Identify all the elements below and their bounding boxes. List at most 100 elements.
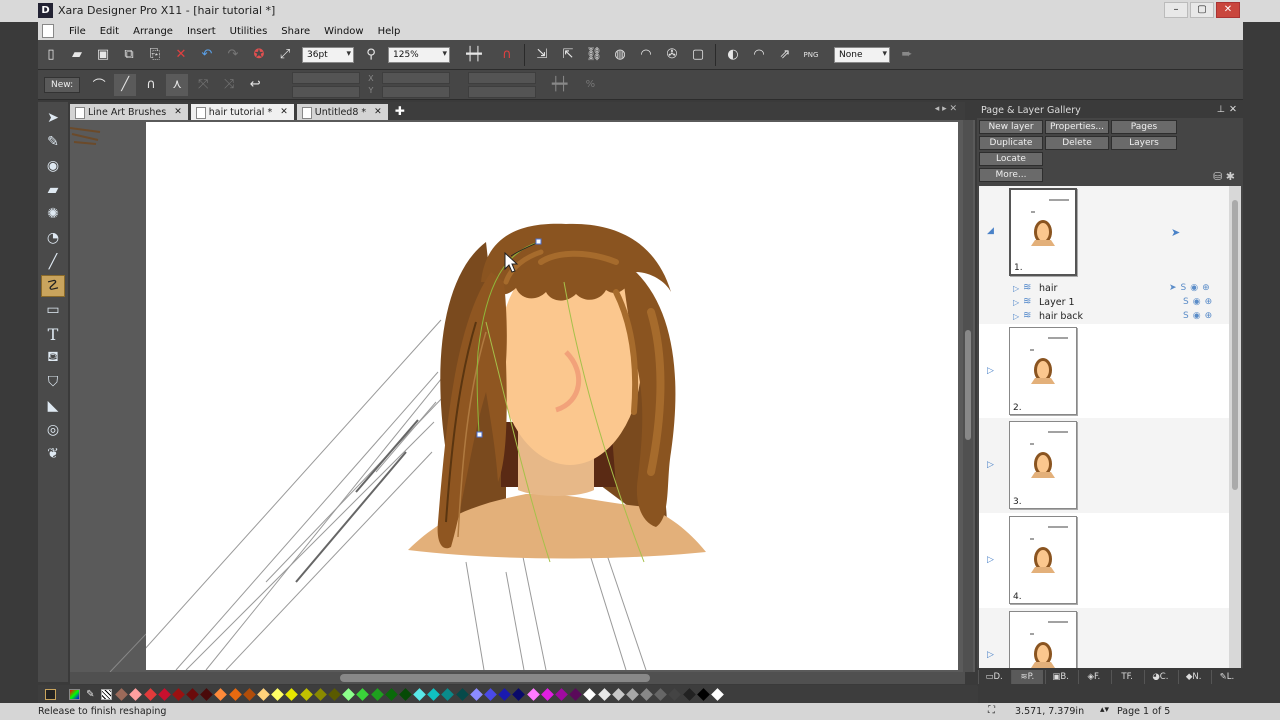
page-list[interactable]: ◢ 1. ➤ ▷ ≋ hair ➤ S ◉ ⊕ ▷ ≋ Layer 1 S ◉ ⊕ ▷ (979, 186, 1229, 668)
canvas-area[interactable] (70, 120, 975, 672)
color-swatch[interactable] (583, 687, 597, 701)
no-color-swatch[interactable] (100, 688, 112, 700)
color-swatch[interactable] (356, 687, 370, 701)
import-icon[interactable]: ⇲ (531, 44, 553, 66)
page-row[interactable]: ▷ 2. (979, 324, 1229, 418)
visibility-eye-icon[interactable]: ◉ (1193, 297, 1201, 307)
layer-row-layer1[interactable]: ▷ ≋ Layer 1 S ◉ ⊕ (979, 295, 1229, 309)
layer-row-hair[interactable]: ▷ ≋ hair ➤ S ◉ ⊕ (979, 281, 1229, 295)
lock-icon[interactable]: ⊕ (1205, 297, 1213, 307)
shape-editor-tool-icon[interactable]: ☡ (41, 275, 65, 297)
wrench-icon[interactable]: ✇ (661, 44, 683, 66)
color-swatch[interactable] (512, 687, 526, 701)
web-publish-icon[interactable]: ◠ (635, 44, 657, 66)
expand-page-icon[interactable]: ▷ (987, 555, 994, 565)
color-swatch[interactable] (271, 687, 285, 701)
menu-window[interactable]: Window (317, 26, 370, 37)
expand-layer-icon[interactable]: ▷ (1013, 298, 1019, 307)
color-swatch[interactable] (370, 687, 384, 701)
vertical-scrollbar[interactable] (963, 120, 973, 672)
color-swatch[interactable] (399, 687, 412, 701)
color-swatch[interactable] (484, 687, 497, 701)
color-swatch[interactable] (569, 687, 583, 701)
png-export-button[interactable]: PNG (800, 44, 822, 66)
minimize-button[interactable]: – (1164, 2, 1188, 18)
hair-illustration[interactable] (146, 122, 958, 670)
wifi-icon[interactable]: ◠ (748, 44, 770, 66)
drawing-page[interactable] (146, 122, 958, 670)
rectangle-tool-icon[interactable]: ▭ (41, 299, 65, 321)
color-swatch[interactable] (342, 687, 356, 701)
color-swatch[interactable] (413, 687, 426, 701)
color-swatch[interactable] (526, 687, 540, 701)
eraser-tool-icon[interactable]: ▰ (41, 179, 65, 201)
tab-font-gallery[interactable]: T F. (1111, 670, 1142, 684)
close-tab-icon[interactable]: ✕ (374, 107, 382, 117)
ruler-icon[interactable]: ┿┿ (456, 44, 492, 66)
contour-tool-icon[interactable]: ✎ (41, 131, 65, 153)
shadow-tool-icon[interactable]: ◣ (41, 395, 65, 417)
tab-bitmap-gallery[interactable]: ▣ B. (1044, 670, 1076, 684)
globe-icon[interactable]: ◍ (609, 44, 631, 66)
break-node-icon[interactable]: ⤧ (192, 74, 214, 96)
extra-field-2[interactable] (467, 85, 536, 98)
menu-help[interactable]: Help (371, 26, 408, 37)
color-swatch[interactable] (384, 687, 398, 701)
color-swatch[interactable] (540, 687, 554, 701)
color-swatch[interactable] (299, 687, 313, 701)
selector-tool-icon[interactable]: ➤ (41, 107, 65, 129)
zoom-dropdown[interactable]: 125% (388, 46, 450, 63)
page-thumbnail[interactable] (1009, 611, 1077, 668)
layers-button[interactable]: Layers (1111, 136, 1177, 150)
current-color-swatch[interactable] (44, 688, 56, 700)
close-tab-icon[interactable]: ✕ (174, 107, 182, 117)
menu-edit[interactable]: Edit (93, 26, 126, 37)
page-thumbnail[interactable]: 1. (1009, 188, 1077, 276)
color-swatch[interactable] (611, 687, 625, 701)
color-swatch[interactable] (427, 687, 441, 701)
y-field[interactable] (381, 85, 450, 98)
duplicate-button[interactable]: Duplicate (979, 136, 1043, 150)
collapse-icon[interactable]: ◢ (987, 226, 994, 236)
height-field[interactable] (292, 85, 361, 98)
pages-button[interactable]: Pages (1111, 120, 1177, 134)
curve-icon[interactable]: ⌒ (88, 74, 110, 96)
tab-untitled8[interactable]: Untitled8 * ✕ (296, 104, 388, 120)
bevel-tool-icon[interactable]: ◎ (41, 419, 65, 441)
color-swatch[interactable] (328, 687, 341, 701)
close-window-button[interactable]: ✕ (1216, 2, 1240, 18)
blend-tool-icon[interactable]: ❦ (41, 443, 65, 465)
gallery-scroll-thumb[interactable] (1232, 200, 1238, 490)
open-folder-icon[interactable]: ▰ (66, 44, 88, 66)
frame-icon[interactable]: ▢ (687, 44, 709, 66)
vertical-scroll-thumb[interactable] (965, 330, 971, 440)
resize-icon[interactable]: ⤢ (274, 44, 296, 66)
expand-page-icon[interactable]: ▷ (987, 650, 994, 660)
undo-icon[interactable]: ↶ (196, 44, 218, 66)
tab-fill-gallery[interactable]: ◈ F. (1077, 670, 1109, 684)
lock-icon[interactable]: ⊕ (1205, 311, 1213, 321)
save-icon[interactable]: ▣ (92, 44, 114, 66)
color-swatch[interactable] (157, 687, 171, 701)
color-swatch[interactable] (143, 687, 157, 701)
menu-utilities[interactable]: Utilities (223, 26, 275, 37)
color-swatch[interactable] (285, 687, 299, 701)
fill-tool-icon[interactable]: ✺ (41, 203, 65, 225)
color-swatch[interactable] (200, 687, 214, 701)
width-field[interactable] (292, 71, 361, 84)
horizontal-scroll-thumb[interactable] (340, 674, 650, 682)
maximize-button[interactable]: ▢ (1190, 2, 1214, 18)
tab-nav-icons[interactable]: ◂ ▸ ✕ (935, 104, 957, 114)
tab-line-art-brushes[interactable]: Line Art Brushes ✕ (70, 104, 188, 120)
page-thumbnail[interactable]: 3. (1009, 421, 1077, 509)
reverse-path-icon[interactable]: ↩ (244, 74, 266, 96)
tab-document-gallery[interactable]: ▭ D. (978, 670, 1009, 684)
menu-file[interactable]: File (62, 26, 93, 37)
color-swatch[interactable] (129, 687, 143, 701)
visibility-eye-icon[interactable]: ◉ (1190, 283, 1198, 293)
tab-line-gallery[interactable]: ✎ L. (1210, 670, 1242, 684)
color-swatch[interactable] (455, 687, 469, 701)
smooth-node-icon[interactable]: ∩ (140, 74, 162, 96)
properties-button[interactable]: Properties... (1045, 120, 1109, 134)
pin-icon[interactable]: ⊥ (1217, 104, 1225, 115)
